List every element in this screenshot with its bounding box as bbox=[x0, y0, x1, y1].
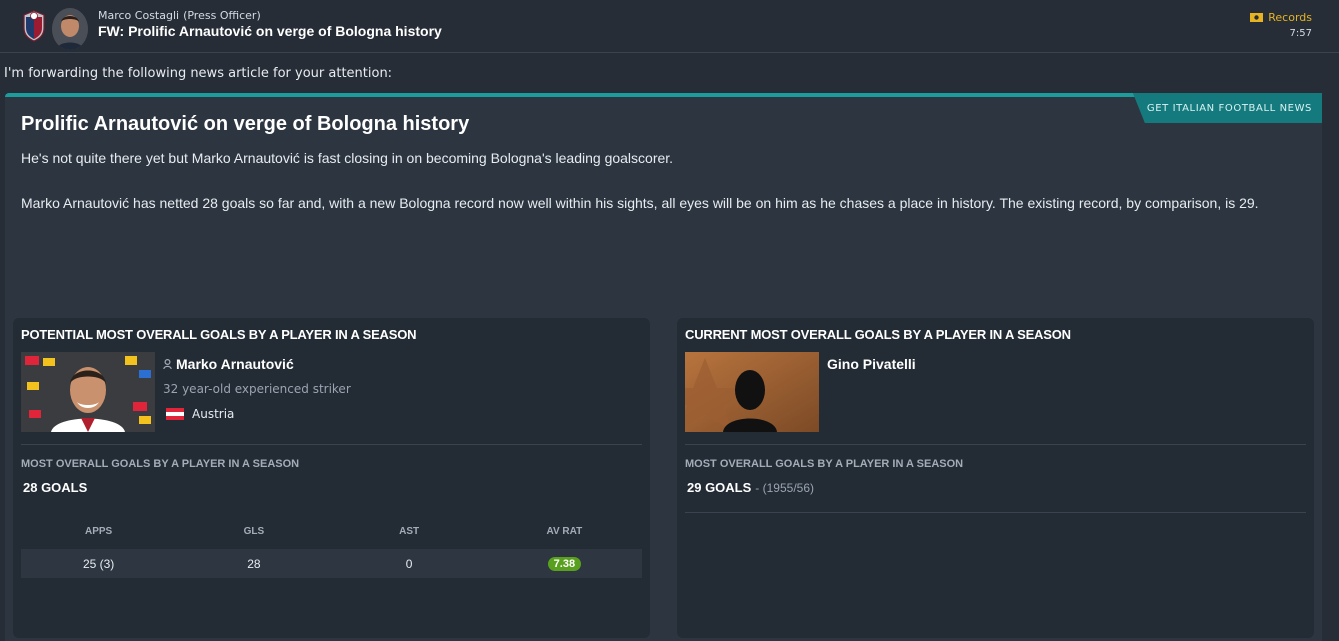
panel-title: POTENTIAL MOST OVERALL GOALS BY A PLAYER… bbox=[21, 327, 417, 342]
header-apps: APPS bbox=[85, 526, 113, 537]
header-ast: AST bbox=[399, 526, 420, 537]
potential-record-panel: POTENTIAL MOST OVERALL GOALS BY A PLAYER… bbox=[13, 318, 650, 638]
article-paragraph-2: Marko Arnautović has netted 28 goals so … bbox=[21, 195, 1259, 211]
goals-row: 29 GOALS - (1955/56) bbox=[687, 480, 814, 495]
records-link[interactable]: Records bbox=[1250, 11, 1312, 24]
records-icon bbox=[1250, 13, 1264, 22]
sender-line: Marco Costagli (Press Officer) bbox=[98, 9, 261, 22]
divider bbox=[21, 444, 642, 445]
value-gls: 28 bbox=[247, 556, 261, 571]
value-ast: 0 bbox=[405, 556, 413, 571]
stat-label: MOST OVERALL GOALS BY A PLAYER IN A SEAS… bbox=[685, 458, 964, 470]
news-article: GET ITALIAN FOOTBALL NEWS Prolific Arnau… bbox=[5, 93, 1322, 641]
player-photo[interactable] bbox=[21, 352, 155, 432]
article-title: Prolific Arnautović on verge of Bologna … bbox=[21, 113, 470, 135]
header-gls: GLS bbox=[243, 526, 265, 537]
intro-text: I'm forwarding the following news articl… bbox=[4, 66, 393, 81]
player-name-row: Marko Arnautović bbox=[163, 356, 294, 372]
player-name[interactable]: Gino Pivatelli bbox=[827, 356, 916, 372]
stats-table: APPS GLS AST AV RAT 25 (3) 28 0 7.38 bbox=[21, 526, 642, 578]
article-paragraph-1: He's not quite there yet but Marko Arnau… bbox=[21, 150, 674, 166]
player-silhouette[interactable] bbox=[685, 352, 819, 432]
austria-flag-icon bbox=[166, 408, 184, 420]
stat-label: MOST OVERALL GOALS BY A PLAYER IN A SEAS… bbox=[21, 458, 300, 470]
message-time: 7:57 bbox=[1289, 28, 1312, 39]
goals-value: 29 GOALS bbox=[687, 480, 752, 495]
player-name-row: Gino Pivatelli bbox=[827, 356, 916, 372]
nationality-label: Austria bbox=[192, 407, 235, 421]
stats-row: 25 (3) 28 0 7.38 bbox=[21, 549, 642, 578]
header-av-rat: AV RAT bbox=[546, 526, 583, 537]
get-news-button[interactable]: GET ITALIAN FOOTBALL NEWS bbox=[1132, 93, 1322, 123]
player-name[interactable]: Marko Arnautović bbox=[176, 356, 294, 372]
divider bbox=[685, 512, 1306, 513]
divider bbox=[685, 444, 1306, 445]
person-icon bbox=[163, 359, 172, 369]
sender-avatar[interactable] bbox=[52, 8, 88, 50]
sender-role: (Press Officer) bbox=[183, 9, 261, 22]
record-season: - (1955/56) bbox=[755, 481, 814, 495]
value-apps: 25 (3) bbox=[82, 556, 115, 571]
player-description: 32 year-old experienced striker bbox=[163, 382, 351, 396]
value-av-rat-cell: 7.38 bbox=[487, 556, 642, 571]
message-header: Marco Costagli (Press Officer) FW: Prolif… bbox=[0, 0, 1339, 53]
sender-name[interactable]: Marco Costagli bbox=[98, 9, 179, 22]
player-nationality[interactable]: Austria bbox=[166, 407, 234, 421]
rating-badge: 7.38 bbox=[547, 557, 582, 571]
bologna-crest-icon[interactable] bbox=[22, 10, 46, 42]
message-subject: FW: Prolific Arnautović on verge of Bolo… bbox=[98, 23, 442, 39]
panel-title: CURRENT MOST OVERALL GOALS BY A PLAYER I… bbox=[685, 327, 1071, 342]
current-record-panel: CURRENT MOST OVERALL GOALS BY A PLAYER I… bbox=[677, 318, 1314, 638]
records-label[interactable]: Records bbox=[1268, 11, 1312, 24]
stats-header-row: APPS GLS AST AV RAT bbox=[21, 526, 642, 537]
goals-value: 28 GOALS bbox=[23, 480, 88, 495]
